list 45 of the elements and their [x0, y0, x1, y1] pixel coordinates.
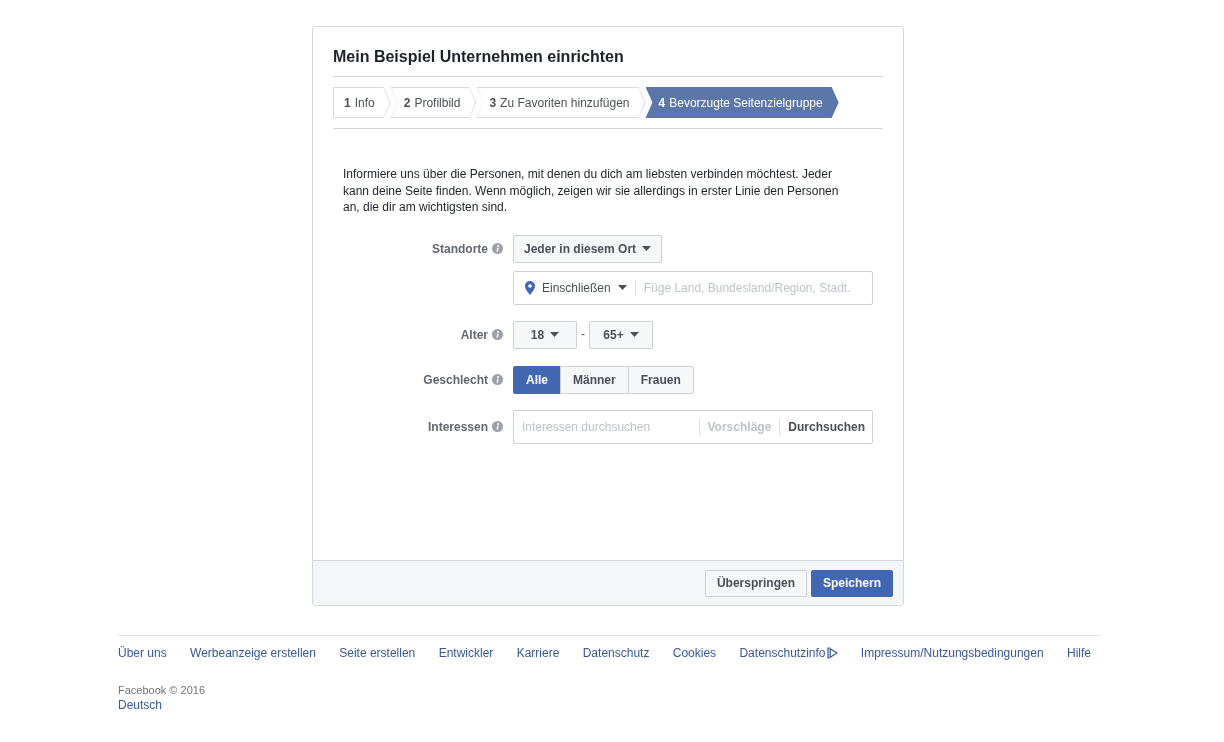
- location-input[interactable]: Füge Land, Bundesland/Region, Stadt.: [643, 271, 872, 304]
- field-label: Interessen: [427, 419, 488, 434]
- gender-option[interactable]: Männer: [560, 365, 629, 394]
- save-button[interactable]: Speichern: [810, 569, 893, 597]
- dialog-title: Mein Beispiel Unternehmen einrichten: [333, 27, 883, 77]
- gender-option[interactable]: Frauen: [627, 365, 694, 394]
- footer-link[interactable]: Cookies: [672, 645, 717, 661]
- info-icon: [492, 421, 503, 432]
- caret-icon: [642, 246, 652, 251]
- age-min-dropdown[interactable]: 18: [513, 320, 577, 349]
- field-label: Alter: [460, 327, 488, 342]
- location-field[interactable]: Einschließen Füge Land, Bundesland/Region, Stadt.: [513, 270, 873, 305]
- footer-link[interactable]: Werbeanzeige erstellen: [190, 645, 316, 661]
- intro-text: Informiere uns über die Personen, mit denen du dich am liebsten verbinden möchtest. Jeder kann deine Seite finden. Wenn möglich, zeigen wir sie allerdings in erster Linie den Personen an, die dir am wichtigsten sind.: [343, 166, 840, 216]
- footer-link[interactable]: Karriere: [516, 645, 560, 661]
- footer-link[interactable]: Hilfe: [1067, 645, 1091, 661]
- footer-link[interactable]: Über uns: [118, 645, 167, 661]
- footer-link[interactable]: Datenschutzinfo: [739, 645, 838, 661]
- wizard-step[interactable]: 3 Zu Favoriten hinzufügen: [476, 87, 646, 118]
- location-scope-dropdown[interactable]: Jeder in diesem Ort: [513, 234, 663, 263]
- caret-icon: [550, 332, 560, 337]
- caret-icon: [629, 332, 639, 337]
- caret-icon: [617, 285, 627, 290]
- wizard-step[interactable]: 4 Bevorzugte Seitenzielgruppe: [645, 87, 839, 118]
- info-icon: [492, 329, 503, 340]
- interests-link[interactable]: Durchsuchen: [788, 419, 865, 434]
- include-dropdown[interactable]: Einschließen: [542, 280, 627, 295]
- age-max-dropdown[interactable]: 65+: [589, 320, 653, 349]
- info-icon: [492, 374, 503, 385]
- info-icon: [492, 243, 503, 254]
- language-link[interactable]: Deutsch: [118, 697, 163, 713]
- skip-button[interactable]: Überspringen: [704, 569, 807, 597]
- footer-link[interactable]: Entwickler: [438, 645, 494, 661]
- copyright-text: Facebook © 2016: [118, 683, 205, 697]
- gender-option[interactable]: Alle: [513, 365, 561, 394]
- field-label: Standorte: [432, 241, 488, 256]
- footer-link[interactable]: Seite erstellen: [339, 645, 416, 661]
- wizard-step[interactable]: 1 Info: [333, 87, 391, 118]
- interests-input[interactable]: Interessen durchsuchen: [514, 410, 699, 443]
- age-range-dash: -: [581, 325, 585, 341]
- wizard-step[interactable]: 2 Profilbild: [390, 87, 477, 118]
- footer-link[interactable]: Datenschutz: [582, 645, 650, 661]
- location-pin-icon: [525, 280, 535, 295]
- footer-link[interactable]: Impressum/Nutzungsbedingungen: [860, 645, 1044, 661]
- field-label: Geschlecht: [423, 372, 488, 387]
